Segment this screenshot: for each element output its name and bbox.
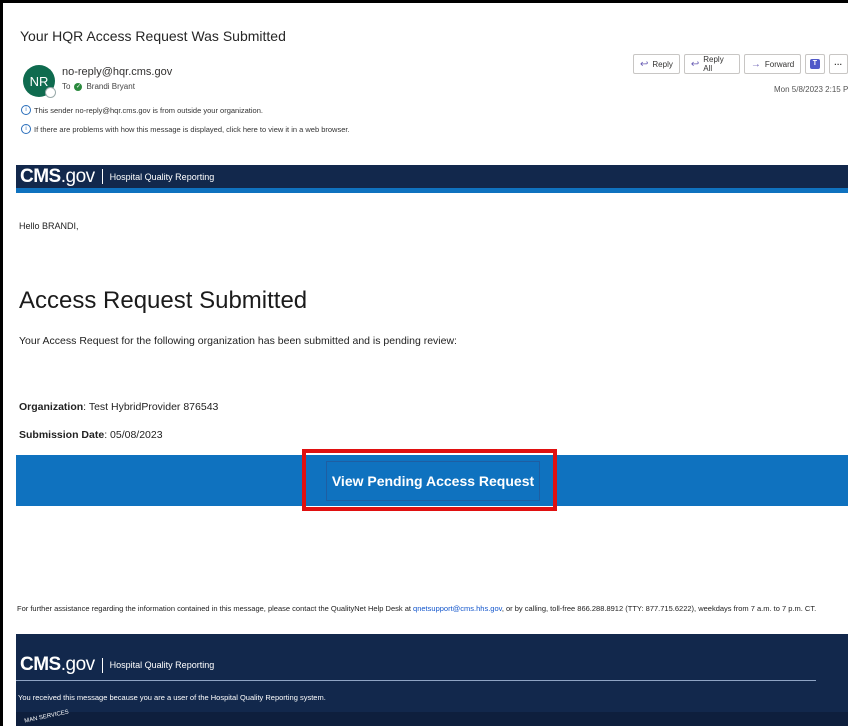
forward-button[interactable]: → Forward (743, 54, 802, 74)
lead-text: Your Access Request for the following or… (19, 335, 457, 347)
organization-value: : Test HybridProvider 876543 (83, 401, 219, 413)
message-actions: ↩ Reply ↩ Reply All → Forward T ··· (633, 54, 848, 74)
reply-all-button[interactable]: ↩ Reply All (683, 54, 740, 74)
help-text: For further assistance regarding the inf… (17, 603, 847, 615)
presence-icon (45, 87, 56, 98)
teams-icon: T (809, 59, 820, 69)
submission-date-value: : 05/08/2023 (104, 429, 163, 441)
forward-label: Forward (764, 59, 795, 69)
organization-field: Organization: Test HybridProvider 876543 (19, 401, 218, 413)
info-icon: i (21, 105, 31, 115)
display-problem-notice[interactable]: i If there are problems with how this me… (21, 124, 350, 134)
footer-cms-logo: CMS.gov (16, 654, 95, 676)
submission-date-label: Submission Date (19, 429, 105, 441)
teams-button[interactable]: T (805, 54, 825, 74)
footer-logo-row: CMS.gov Hospital Quality Reporting (16, 654, 214, 676)
sender-address[interactable]: no-reply@hqr.cms.gov (62, 66, 172, 78)
external-sender-notice: i This sender no-reply@hqr.cms.gov is fr… (21, 105, 263, 115)
cms-logo: CMS.gov (16, 166, 95, 188)
logo-suffix: .gov (60, 165, 95, 187)
footer-note: You received this message because you ar… (18, 693, 326, 702)
submission-date-field: Submission Date: 05/08/2023 (19, 429, 163, 441)
help-after: , or by calling, toll-free 866.288.8912 … (501, 604, 817, 613)
footer-seal-strip: MAN SERVICES (16, 709, 848, 726)
banner-subtitle: Hospital Quality Reporting (109, 171, 215, 182)
external-notice-text: This sender no-reply@hqr.cms.gov is from… (34, 105, 263, 115)
email-subject: Your HQR Access Request Was Submitted (20, 28, 286, 44)
info-icon: i (21, 124, 31, 134)
greeting: Hello BRANDI, (19, 221, 79, 231)
logo-main: CMS (20, 165, 61, 187)
recipient-line: To ✓ Brandi Bryant (62, 82, 135, 91)
reply-label: Reply (652, 59, 673, 69)
reply-all-icon: ↩ (690, 58, 700, 70)
header-banner: CMS.gov Hospital Quality Reporting (16, 165, 848, 193)
reply-all-label: Reply All (703, 55, 724, 73)
footer-logo-divider (101, 657, 103, 673)
help-before: For further assistance regarding the inf… (17, 604, 414, 613)
logo-divider (101, 169, 103, 184)
footer: CMS.gov Hospital Quality Reporting You r… (16, 634, 848, 726)
footer-logo-suffix: .gov (60, 654, 95, 675)
organization-label: Organization (19, 401, 84, 413)
email-window: Your HQR Access Request Was Submitted NR… (3, 3, 848, 726)
more-actions-button[interactable]: ··· (828, 54, 848, 74)
view-pending-request-button[interactable]: View Pending Access Request (326, 461, 540, 501)
received-date: Mon 5/8/2023 2:15 PM (774, 85, 848, 94)
forward-icon: → (750, 58, 761, 70)
verified-check-icon: ✓ (74, 82, 83, 91)
footer-logo-main: CMS (20, 654, 61, 675)
hhs-seal-text: MAN SERVICES (23, 709, 70, 725)
help-email-link[interactable]: qnetsupport@cms.hhs.gov (413, 604, 502, 613)
page-title: Access Request Submitted (19, 287, 308, 314)
footer-divider (16, 680, 816, 681)
to-label: To (62, 82, 71, 91)
reply-icon: ↩ (640, 58, 649, 70)
recipient-name[interactable]: Brandi Bryant (86, 82, 134, 91)
reply-button[interactable]: ↩ Reply (633, 54, 680, 74)
display-notice-text[interactable]: If there are problems with how this mess… (34, 125, 350, 134)
footer-subtitle: Hospital Quality Reporting (109, 660, 215, 670)
